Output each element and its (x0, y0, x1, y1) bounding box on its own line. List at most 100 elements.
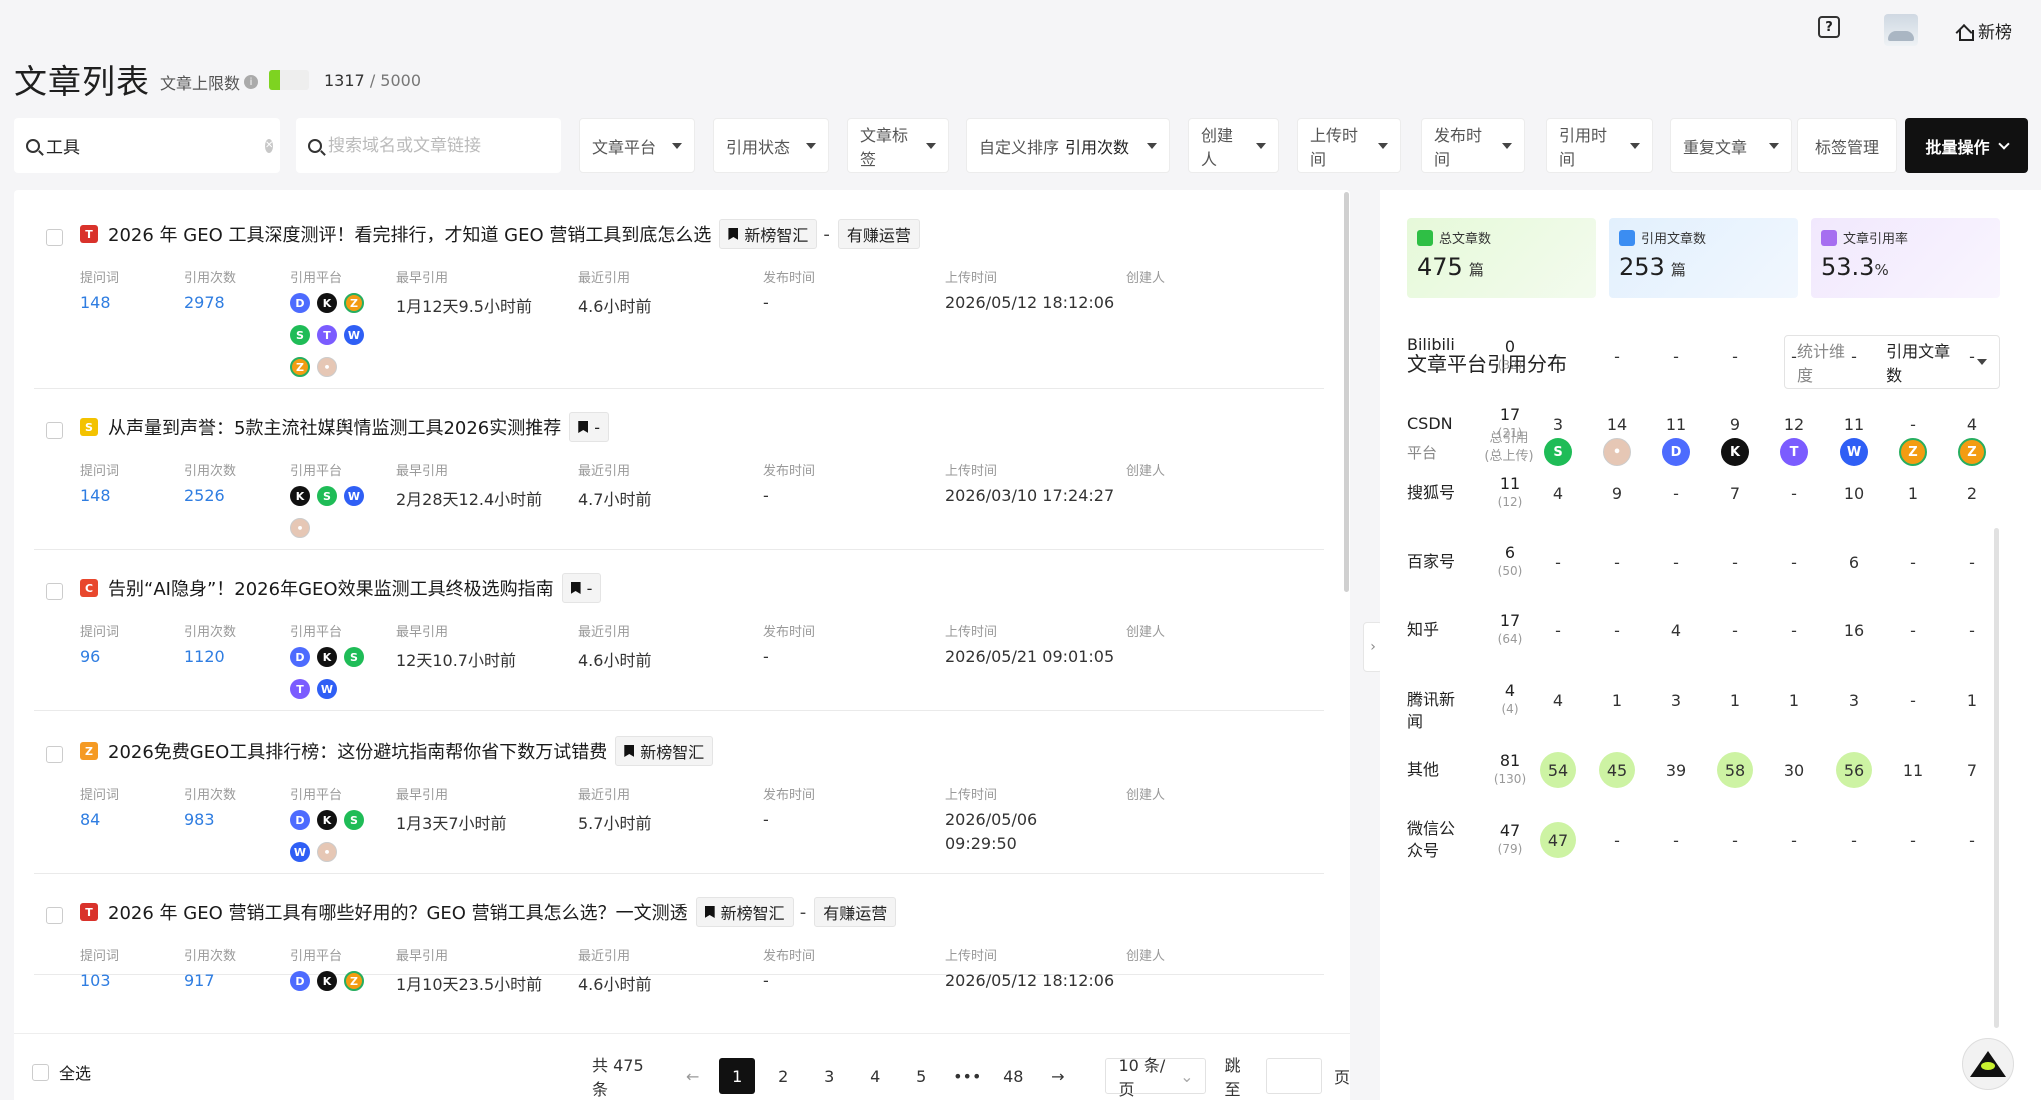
matrix-cell[interactable]: 3 (1658, 682, 1694, 718)
article-tag-2[interactable]: 有赚运营 (814, 897, 897, 927)
goto-page-input[interactable] (1266, 1058, 1322, 1094)
article-tag[interactable]: - (569, 412, 610, 442)
article-checkbox[interactable] (46, 907, 63, 924)
article-row[interactable]: T 2026 年 GEO 营销工具有哪些好用的？GEO 营销工具怎么选？一文测透… (34, 875, 1324, 994)
assistant-fab[interactable] (1962, 1038, 2014, 1090)
page-button[interactable]: ••• (949, 1058, 985, 1094)
zhida-icon[interactable]: Z (1899, 438, 1927, 466)
doubao-icon[interactable]: S (290, 325, 310, 345)
matrix-scrollbar[interactable] (1994, 528, 1999, 1028)
article-title-text[interactable]: 从声量到声誉：5款主流社媒舆情监测工具2026实测推荐 (108, 414, 561, 440)
matrix-cell[interactable]: 1 (1954, 682, 1990, 718)
article-row[interactable]: Z 2026免费GEO工具排行榜：这份避坑指南帮你省下数万试错费 新榜智汇 提问… (34, 714, 1324, 874)
wenxin-icon[interactable]: W (290, 842, 310, 862)
prompts-count[interactable]: 103 (80, 971, 111, 990)
user-avatar[interactable] (1884, 14, 1918, 46)
tag-manage-button[interactable]: 标签管理 (1797, 118, 1897, 173)
matrix-cell[interactable]: 7 (1717, 475, 1753, 511)
doubao-icon[interactable]: S (344, 810, 364, 830)
doubao-icon[interactable]: S (1544, 438, 1572, 466)
matrix-cell[interactable]: 30 (1776, 752, 1812, 788)
article-checkbox[interactable] (46, 422, 63, 439)
matrix-cell[interactable]: 4 (1658, 612, 1694, 648)
matrix-cell[interactable]: 4 (1540, 475, 1576, 511)
select-all-checkbox[interactable] (32, 1063, 49, 1081)
zhida-icon[interactable]: Z (344, 971, 364, 991)
domain-input[interactable] (328, 135, 549, 156)
matrix-cell[interactable]: 45 (1599, 752, 1635, 788)
keyword-search[interactable]: ✕ (14, 118, 280, 173)
article-tag[interactable]: 新榜智汇 (719, 219, 818, 249)
domain-search[interactable] (296, 118, 561, 173)
matrix-cell[interactable]: 1 (1599, 682, 1635, 718)
matrix-cell[interactable]: 1 (1717, 682, 1753, 718)
zhida-person-icon[interactable]: Z (1958, 438, 1986, 466)
tongyi-icon[interactable]: T (317, 325, 337, 345)
kimi-icon[interactable]: K (1721, 438, 1749, 466)
article-row[interactable]: C 告别“AI隐身”！2026年GEO效果监测工具终极选购指南 - 提问词 引用次… (34, 551, 1324, 711)
prev-page-button[interactable]: ← (676, 1058, 709, 1094)
wenxin-icon[interactable]: W (344, 486, 364, 506)
article-tag[interactable]: - (561, 573, 602, 603)
deepseek-icon[interactable]: D (290, 971, 310, 991)
batch-operation-button[interactable]: 批量操作 (1905, 118, 2028, 173)
article-title[interactable]: C 告别“AI隐身”！2026年GEO效果监测工具终极选购指南 - (80, 573, 602, 603)
kimi-icon[interactable]: K (317, 810, 337, 830)
wenxin-icon[interactable]: W (1840, 438, 1868, 466)
matrix-cell[interactable]: 39 (1658, 752, 1694, 788)
matrix-cell[interactable]: 12 (1776, 406, 1812, 442)
doubao-icon[interactable]: S (344, 647, 364, 667)
zhida-icon[interactable]: Z (290, 357, 310, 377)
publish-time-filter[interactable]: 发布时间 (1421, 118, 1525, 173)
kimi-icon[interactable]: K (317, 971, 337, 991)
page-button[interactable]: 1 (719, 1058, 756, 1094)
next-page-button[interactable]: → (1041, 1058, 1074, 1094)
list-scrollbar[interactable] (1344, 192, 1349, 592)
page-button[interactable]: 4 (857, 1058, 893, 1094)
creator-filter[interactable]: 创建人 (1188, 118, 1279, 173)
article-row[interactable]: S 从声量到声誉：5款主流社媒舆情监测工具2026实测推荐 - 提问词 引用次数 引… (34, 390, 1324, 550)
prompts-count[interactable]: 148 (80, 293, 111, 312)
cite-status-filter[interactable]: 引用状态 (713, 118, 829, 173)
wenxin-icon[interactable]: W (344, 325, 364, 345)
matrix-cell[interactable]: 11 (1658, 406, 1694, 442)
upload-time-filter[interactable]: 上传时间 (1297, 118, 1401, 173)
matrix-cell[interactable]: 9 (1599, 475, 1635, 511)
matrix-cell[interactable]: 9 (1717, 406, 1753, 442)
keyword-input[interactable] (46, 135, 265, 156)
article-tag-2[interactable]: 有赚运营 (837, 219, 920, 249)
clear-icon[interactable]: ✕ (265, 138, 274, 153)
info-icon[interactable]: i (244, 75, 259, 89)
help-icon[interactable]: ? (1818, 16, 1840, 38)
citations-count[interactable]: 2526 (184, 486, 225, 505)
article-title-text[interactable]: 2026 年 GEO 营销工具有哪些好用的？GEO 营销工具怎么选？一文测透 (108, 899, 688, 925)
deepseek-icon[interactable]: D (290, 293, 310, 313)
page-button[interactable]: 48 (995, 1058, 1031, 1094)
doubao-icon[interactable]: S (317, 486, 337, 506)
matrix-cell[interactable]: 56 (1836, 752, 1872, 788)
person-icon[interactable]: • (317, 357, 337, 377)
matrix-cell[interactable]: 1 (1776, 682, 1812, 718)
matrix-cell[interactable]: 14 (1599, 406, 1635, 442)
article-title[interactable]: Z 2026免费GEO工具排行榜：这份避坑指南帮你省下数万试错费 新榜智汇 (80, 736, 714, 766)
page-size-select[interactable]: 10 条/页 ⌄ (1105, 1056, 1207, 1099)
matrix-cell[interactable]: 4 (1954, 406, 1990, 442)
article-checkbox[interactable] (46, 229, 63, 246)
page-button[interactable]: 5 (903, 1058, 939, 1094)
citations-count[interactable]: 2978 (184, 293, 225, 312)
tongyi-icon[interactable]: T (290, 679, 310, 699)
matrix-cell[interactable]: 2 (1954, 475, 1990, 511)
matrix-cell[interactable]: 58 (1717, 752, 1753, 788)
article-title[interactable]: T 2026 年 GEO 工具深度测评！看完排行，才知道 GEO 营销工具到底怎… (80, 219, 920, 249)
kimi-icon[interactable]: K (317, 293, 337, 313)
citations-count[interactable]: 1120 (184, 647, 225, 666)
article-title[interactable]: S 从声量到声誉：5款主流社媒舆情监测工具2026实测推荐 - (80, 412, 610, 442)
matrix-cell[interactable]: 7 (1954, 752, 1990, 788)
home-link[interactable]: 新榜 (1956, 18, 2012, 43)
cite-time-filter[interactable]: 引用时间 (1546, 118, 1653, 173)
article-title-text[interactable]: 告别“AI隐身”！2026年GEO效果监测工具终极选购指南 (108, 575, 554, 601)
page-button[interactable]: 3 (811, 1058, 847, 1094)
zhida-icon[interactable]: Z (344, 293, 364, 313)
matrix-cell[interactable]: 3 (1836, 682, 1872, 718)
article-tag[interactable]: 新榜智汇 (695, 897, 794, 927)
